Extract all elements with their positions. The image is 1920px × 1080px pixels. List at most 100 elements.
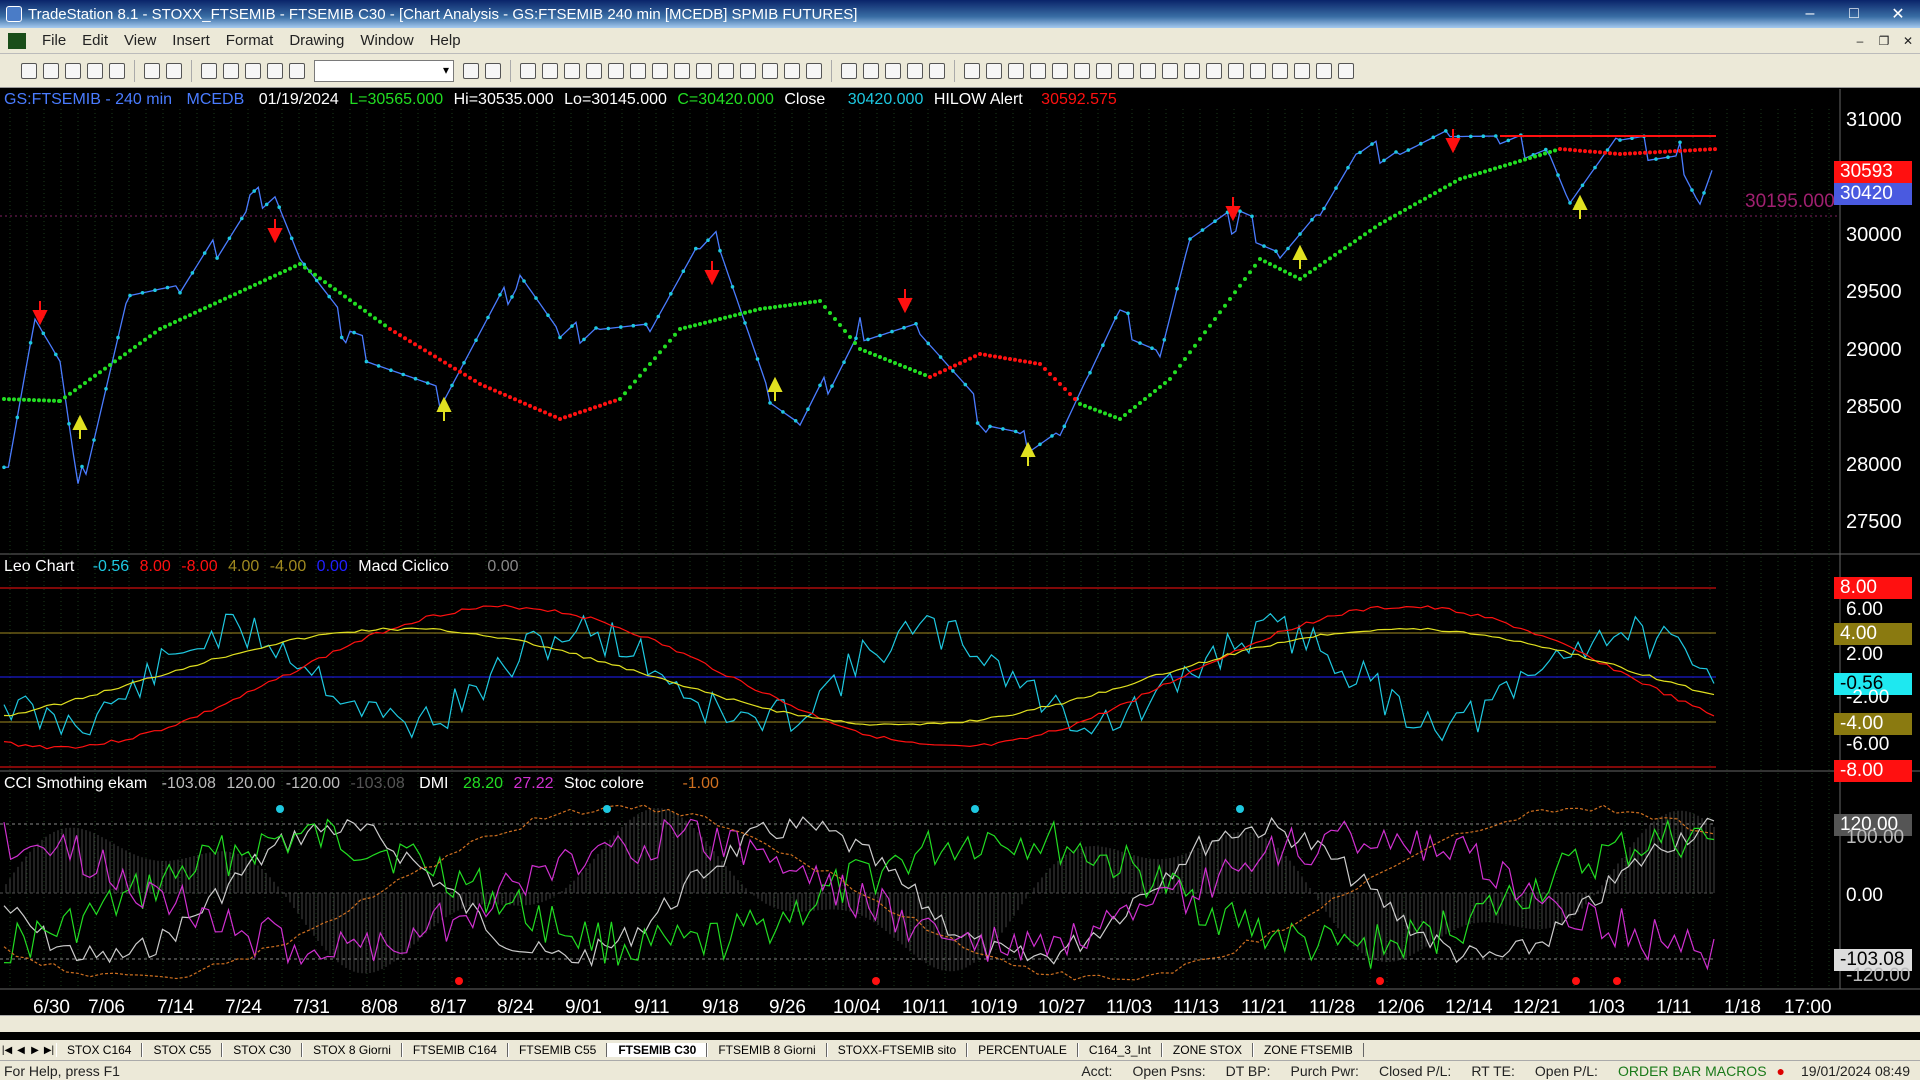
price-dot <box>1370 142 1374 146</box>
grid-icon[interactable] <box>929 62 945 79</box>
indicator-icon[interactable] <box>674 62 690 79</box>
menu-view[interactable]: View <box>116 32 164 49</box>
arrow-down-icon[interactable] <box>1250 62 1266 79</box>
trend-dot <box>628 385 632 390</box>
tab-stox-c30[interactable]: STOX C30 <box>222 1043 303 1057</box>
arrow-right-icon[interactable] <box>463 62 479 79</box>
fibonacci-icon[interactable] <box>1030 62 1046 79</box>
ellipse-icon[interactable] <box>1294 62 1310 79</box>
tab-ftsemib-c30[interactable]: FTSEMIB C30 <box>607 1043 708 1057</box>
expand-icon[interactable] <box>762 62 778 79</box>
trend-dot <box>518 399 522 404</box>
pen-icon[interactable] <box>1206 62 1222 79</box>
menu-file[interactable]: File <box>34 32 74 49</box>
zoom-in-icon[interactable] <box>784 62 800 79</box>
tab-zone-stox[interactable]: ZONE STOX <box>1161 1043 1254 1057</box>
maximize-icon[interactable]: □ <box>1832 1 1876 27</box>
gann-icon[interactable] <box>1096 62 1112 79</box>
arc-icon[interactable] <box>1052 62 1068 79</box>
tools-icon[interactable] <box>267 62 283 79</box>
tab-prev-icon[interactable]: ◀ <box>14 1045 28 1056</box>
tab-stoxx-ftsemib-sito[interactable]: STOXX-FTSEMIB sito <box>826 1043 968 1057</box>
open-icon[interactable] <box>43 62 59 79</box>
bar-icon[interactable] <box>718 62 734 79</box>
cycle-icon[interactable] <box>1184 62 1200 79</box>
close-icon[interactable]: ✕ <box>1876 1 1920 27</box>
chart-area[interactable]: GS:FTSEMIB - 240 min MCEDB 01/19/2024 L=… <box>0 89 1920 1047</box>
lock-icon[interactable] <box>245 62 261 79</box>
format2-icon[interactable] <box>542 62 558 79</box>
tab-ftsemib-c164[interactable]: FTSEMIB C164 <box>401 1043 508 1057</box>
window-icon[interactable] <box>652 62 668 79</box>
tab-percentuale[interactable]: PERCENTUALE <box>967 1043 1078 1057</box>
new-icon[interactable] <box>21 62 37 79</box>
angle-icon[interactable] <box>1118 62 1134 79</box>
print-preview-icon[interactable] <box>166 62 182 79</box>
tab-next-icon[interactable]: ▶ <box>28 1045 42 1056</box>
tile-icon[interactable] <box>223 62 239 79</box>
channel-icon[interactable] <box>1162 62 1178 79</box>
menu-help[interactable]: Help <box>422 32 469 49</box>
menu-format[interactable]: Format <box>218 32 282 49</box>
chart-line-icon[interactable] <box>586 62 602 79</box>
symbol-combo[interactable] <box>314 59 454 82</box>
format-icon[interactable] <box>520 62 536 79</box>
print-icon[interactable] <box>144 62 160 79</box>
mdi-close-icon[interactable]: ✕ <box>1896 34 1920 48</box>
trend-dot <box>638 373 642 378</box>
menu-drawing[interactable]: Drawing <box>281 32 352 49</box>
menu-edit[interactable]: Edit <box>74 32 116 49</box>
arrow-both-icon[interactable] <box>1140 62 1156 79</box>
minimize-icon[interactable]: – <box>1788 1 1832 27</box>
tab-stox-c55[interactable]: STOX C55 <box>142 1043 223 1057</box>
tab-c164-3-int[interactable]: C164_3_Int <box>1077 1043 1162 1057</box>
tab-stox-8-giorni[interactable]: STOX 8 Giorni <box>302 1043 402 1057</box>
tab-first-icon[interactable]: |◀ <box>0 1045 14 1056</box>
cascade-icon[interactable] <box>201 62 217 79</box>
price-dot <box>54 352 58 357</box>
find-icon[interactable] <box>485 62 501 79</box>
tab-ftsemib-8-giorni[interactable]: FTSEMIB 8 Giorni <box>707 1043 827 1057</box>
table-icon[interactable] <box>564 62 580 79</box>
mdi-restore-icon[interactable]: ❐ <box>1872 34 1896 48</box>
vertical-lines-icon[interactable] <box>986 62 1002 79</box>
wrench-icon[interactable] <box>885 62 901 79</box>
copy-icon[interactable] <box>65 62 81 79</box>
speed-lines-icon[interactable] <box>1074 62 1090 79</box>
tab-zone-ftsemib[interactable]: ZONE FTSEMIB <box>1253 1043 1364 1057</box>
trend-dot <box>958 361 962 366</box>
colors-icon[interactable] <box>289 62 305 79</box>
trend-dot <box>1018 358 1022 363</box>
strategy-icon[interactable] <box>696 62 712 79</box>
price-dot <box>1382 158 1386 163</box>
price-dot <box>2 465 6 470</box>
insert-icon[interactable] <box>630 62 646 79</box>
tab-ftsemib-c55[interactable]: FTSEMIB C55 <box>507 1043 608 1057</box>
new-window-icon[interactable] <box>87 62 103 79</box>
hand-icon[interactable] <box>863 62 879 79</box>
horizontal-lines-icon[interactable] <box>1008 62 1024 79</box>
zoom-out-icon[interactable] <box>806 62 822 79</box>
mdi-minimize-icon[interactable]: – <box>1848 34 1872 48</box>
tab-last-icon[interactable]: ▶| <box>42 1045 56 1056</box>
tab-stox-c164[interactable]: STOX C164 <box>56 1043 143 1057</box>
folder-icon[interactable] <box>109 62 125 79</box>
curve-icon[interactable] <box>1228 62 1244 79</box>
compress-icon[interactable] <box>740 62 756 79</box>
refresh-icon[interactable] <box>608 62 624 79</box>
trendline-icon[interactable] <box>964 62 980 79</box>
order-bar-macros[interactable]: ORDER BAR MACROS <box>1608 1063 1777 1079</box>
text-icon[interactable] <box>1338 62 1354 79</box>
data-window-icon[interactable] <box>907 62 923 79</box>
horizontal-scrollbar[interactable] <box>0 1015 1920 1032</box>
trend-dot <box>183 315 187 320</box>
trend-dot <box>353 301 357 306</box>
menu-window[interactable]: Window <box>352 32 421 49</box>
chart-window-icon[interactable] <box>8 32 26 49</box>
leo-axis-label: 2.00 <box>1846 644 1883 665</box>
rectangle-icon[interactable] <box>1316 62 1332 79</box>
menu-insert[interactable]: Insert <box>164 32 218 49</box>
pointer-icon[interactable] <box>841 62 857 79</box>
arrow-up-icon[interactable] <box>1272 62 1288 79</box>
trend-dot <box>368 312 372 317</box>
